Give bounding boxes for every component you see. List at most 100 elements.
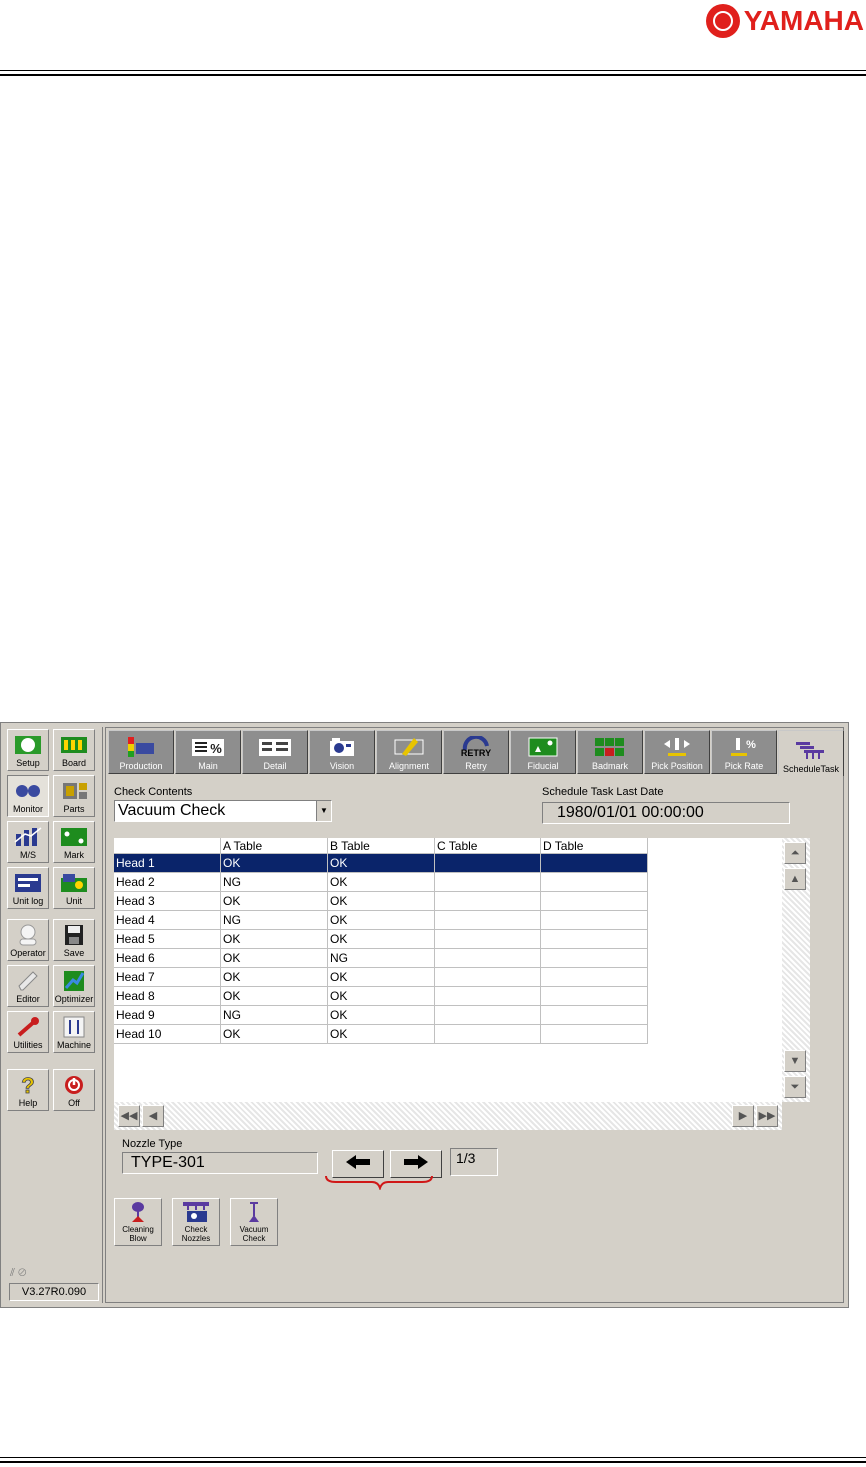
last-date-label: Schedule Task Last Date bbox=[542, 786, 664, 798]
tab-vision[interactable]: Vision bbox=[309, 730, 375, 774]
chevron-down-icon[interactable]: ▼ bbox=[316, 801, 331, 821]
sidebar-unit-button[interactable]: Unit bbox=[53, 867, 95, 909]
board-icon bbox=[61, 737, 87, 753]
yamaha-tuning-fork-icon bbox=[705, 4, 740, 38]
table-cell: OK bbox=[327, 853, 435, 873]
connection-status-icon: ⫽ ⊘ bbox=[10, 1267, 27, 1279]
tab-retry[interactable]: RETRY Retry bbox=[443, 730, 509, 774]
last-date-field: 1980/01/01 00:00:00 bbox=[542, 802, 790, 824]
scroll-bottom-button[interactable]: ⏷ bbox=[784, 1076, 806, 1098]
tab-label: Main bbox=[198, 761, 218, 771]
vacuum-check-icon bbox=[249, 1202, 259, 1222]
vertical-scrollbar[interactable]: ⏶ ▲ ▼ ⏷ bbox=[782, 838, 810, 1102]
sidebar-label: Board bbox=[61, 758, 87, 768]
sidebar-board-button[interactable]: Board bbox=[53, 729, 95, 771]
scroll-down-button[interactable]: ▼ bbox=[784, 1050, 806, 1072]
tab-label: Pick Position bbox=[651, 761, 703, 771]
nozzle-type-field: TYPE-301 bbox=[122, 1152, 318, 1174]
tab-pick-position[interactable]: Pick Position bbox=[644, 730, 710, 774]
sidebar-off-button[interactable]: Off bbox=[53, 1069, 95, 1111]
check-contents-value: Vacuum Check bbox=[118, 802, 226, 819]
row-header-cell: Head 10 bbox=[114, 1024, 221, 1044]
table-cell: OK bbox=[220, 1024, 328, 1044]
monitor-icon bbox=[16, 785, 40, 797]
cleaning-blow-button[interactable]: Cleaning Blow bbox=[114, 1198, 162, 1246]
sidebar-setup-button[interactable]: Setup bbox=[7, 729, 49, 771]
table-row[interactable]: Head 7 OK OK bbox=[114, 967, 648, 987]
tab-fiducial[interactable]: Fiducial bbox=[510, 730, 576, 774]
table-cell bbox=[540, 986, 648, 1006]
sidebar-utilities-button[interactable]: Utilities bbox=[7, 1011, 49, 1053]
badmark-icon bbox=[595, 738, 624, 756]
main-panel: Production % Main Detail Vision Alignmen… bbox=[105, 727, 844, 1303]
sidebar-label: Save bbox=[63, 948, 85, 958]
tab-badmark[interactable]: Badmark bbox=[577, 730, 643, 774]
horizontal-scrollbar[interactable]: ◀◀ ◀ ▶ ▶▶ bbox=[114, 1102, 782, 1130]
tab-schedule-task[interactable]: ScheduleTask bbox=[778, 730, 844, 776]
tab-label: ScheduleTask bbox=[782, 764, 840, 774]
tab-label: Pick Rate bbox=[724, 761, 764, 771]
sidebar-machine-button[interactable]: Machine bbox=[53, 1011, 95, 1053]
sidebar-monitor-button[interactable]: Monitor bbox=[7, 775, 49, 817]
table-row[interactable]: Head 1 OK OK bbox=[114, 853, 648, 873]
alignment-icon bbox=[394, 738, 424, 756]
table-row[interactable]: Head 5 OK OK bbox=[114, 929, 648, 949]
nozzle-page-indicator: 1/3 bbox=[450, 1148, 498, 1176]
sidebar-unit-log-button[interactable]: Unit log bbox=[7, 867, 49, 909]
unit-icon bbox=[61, 874, 87, 892]
table-row[interactable]: Head 8 OK OK bbox=[114, 986, 648, 1006]
sidebar-optimizer-button[interactable]: Optimizer bbox=[53, 965, 95, 1007]
table-cell bbox=[434, 1005, 541, 1025]
sidebar-operator-button[interactable]: Operator bbox=[7, 919, 49, 961]
scroll-right-button[interactable]: ▶ bbox=[732, 1105, 754, 1127]
sidebar-parts-button[interactable]: Parts bbox=[53, 775, 95, 817]
sidebar-editor-button[interactable]: Editor bbox=[7, 965, 49, 1007]
sidebar-mark-button[interactable]: Mark bbox=[53, 821, 95, 863]
tab-pick-rate[interactable]: % Pick Rate bbox=[711, 730, 777, 774]
tab-main[interactable]: % Main bbox=[175, 730, 241, 774]
svg-text:%: % bbox=[210, 741, 222, 756]
scroll-left-button[interactable]: ◀ bbox=[142, 1105, 164, 1127]
table-cell: NG bbox=[327, 948, 435, 968]
row-header-cell: Head 8 bbox=[114, 986, 221, 1006]
table-cell: NG bbox=[220, 872, 328, 892]
tab-label: Detail bbox=[263, 761, 287, 771]
column-header: D Table bbox=[540, 838, 648, 854]
row-header-cell: Head 4 bbox=[114, 910, 221, 930]
check-nozzles-button[interactable]: Check Nozzles bbox=[172, 1198, 220, 1246]
table-row[interactable]: Head 10 OK OK bbox=[114, 1024, 648, 1044]
check-nozzles-icon bbox=[183, 1202, 209, 1222]
table-cell bbox=[434, 986, 541, 1006]
table-cell bbox=[540, 948, 648, 968]
table-row[interactable]: Head 3 OK OK bbox=[114, 891, 648, 911]
scroll-first-button[interactable]: ◀◀ bbox=[118, 1105, 140, 1127]
pick-rate-icon: % bbox=[731, 738, 756, 756]
tab-alignment[interactable]: Alignment bbox=[376, 730, 442, 774]
scroll-up-button[interactable]: ▲ bbox=[784, 868, 806, 890]
table-row[interactable]: Head 2 NG OK bbox=[114, 872, 648, 892]
sidebar-ms-button[interactable]: M/S bbox=[7, 821, 49, 863]
action-label: Check Nozzles bbox=[181, 1225, 211, 1243]
pick-position-icon bbox=[664, 738, 690, 756]
sidebar: Setup Board Monitor Parts M/S Mark Unit … bbox=[4, 727, 103, 1303]
table-row[interactable]: Head 4 NG OK bbox=[114, 910, 648, 930]
sidebar-label: Unit bbox=[65, 896, 82, 906]
table-cell: OK bbox=[220, 929, 328, 949]
check-contents-select[interactable]: Vacuum Check ▼ bbox=[114, 800, 332, 822]
scroll-last-button[interactable]: ▶▶ bbox=[756, 1105, 778, 1127]
scroll-top-button[interactable]: ⏶ bbox=[784, 842, 806, 864]
sidebar-help-button[interactable]: ? Help bbox=[7, 1069, 49, 1111]
tab-detail[interactable]: Detail bbox=[242, 730, 308, 774]
table-row[interactable]: Head 9 NG OK bbox=[114, 1005, 648, 1025]
sidebar-label: Utilities bbox=[13, 1040, 43, 1050]
column-header bbox=[114, 838, 221, 854]
tab-label: Alignment bbox=[388, 761, 430, 771]
table-cell bbox=[434, 891, 541, 911]
vacuum-check-button[interactable]: Vacuum Check bbox=[230, 1198, 278, 1246]
sidebar-save-button[interactable]: Save bbox=[53, 919, 95, 961]
table-cell: NG bbox=[220, 910, 328, 930]
table-cell bbox=[540, 1005, 648, 1025]
row-header-cell: Head 6 bbox=[114, 948, 221, 968]
table-row[interactable]: Head 6 OK NG bbox=[114, 948, 648, 968]
tab-production[interactable]: Production bbox=[108, 730, 174, 774]
